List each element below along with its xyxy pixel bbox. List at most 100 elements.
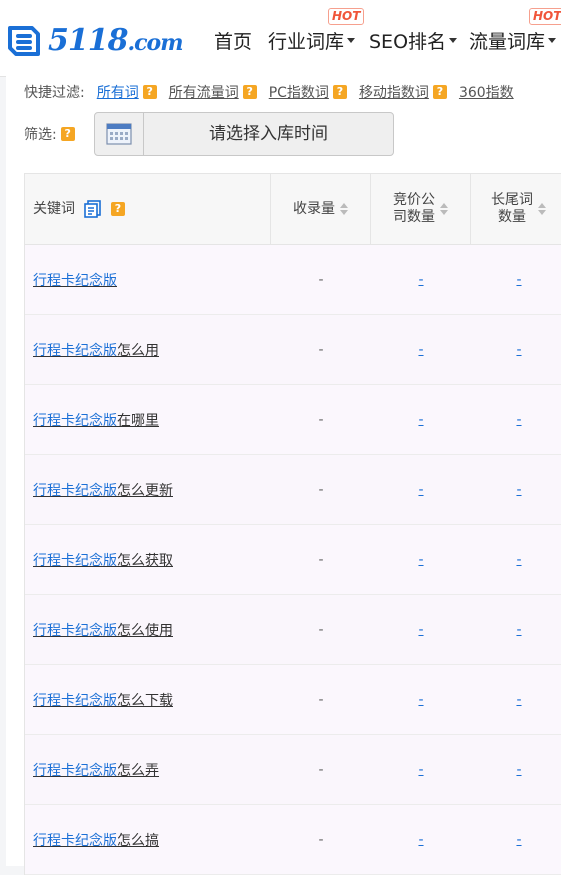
table-row: 行程卡纪念版怎么下载 - - -: [25, 665, 561, 735]
indexed-cell: -: [318, 271, 324, 288]
keyword-link[interactable]: 行程卡纪念版怎么弄: [33, 760, 159, 780]
column-indexed-label: 收录量: [293, 200, 335, 217]
nav-traffic-hot-badge: HOT: [529, 8, 561, 25]
bid-cell: -: [371, 735, 471, 804]
keyword-link[interactable]: 行程卡纪念版怎么获取: [33, 550, 173, 570]
filter-mobile-index-words[interactable]: 移动指数词: [359, 82, 429, 102]
indexed-cell: -: [318, 411, 324, 428]
bid-cell: -: [371, 245, 471, 314]
chevron-down-icon: [347, 38, 356, 43]
bid-link[interactable]: -: [418, 622, 423, 638]
keyword-panel: 快捷过滤: 所有词 ? 所有流量词 ? PC指数词 ? 移动指数词 ? 360指…: [6, 76, 561, 875]
bid-link[interactable]: -: [418, 272, 423, 288]
keyword-link[interactable]: 行程卡纪念版怎么下载: [33, 690, 173, 710]
longtail-cell: -: [471, 525, 561, 594]
filter-360-index[interactable]: 360指数: [459, 82, 514, 102]
longtail-link[interactable]: -: [516, 342, 521, 358]
table-row: 行程卡纪念版怎么更新 - - -: [25, 455, 561, 525]
help-icon[interactable]: ?: [332, 85, 347, 99]
keyword-link[interactable]: 行程卡纪念版: [33, 270, 117, 290]
quick-filter-label: 快捷过滤:: [24, 85, 85, 101]
filter-all-traffic-words[interactable]: 所有流量词: [169, 82, 239, 102]
keyword-link[interactable]: 行程卡纪念版怎么搞: [33, 830, 159, 850]
column-longtail-label: 长尾词 数量: [491, 192, 533, 225]
calendar-icon: [106, 123, 132, 145]
help-icon[interactable]: ?: [142, 85, 157, 99]
bid-cell: -: [371, 525, 471, 594]
longtail-link[interactable]: -: [516, 272, 521, 288]
nav-industry-keywords[interactable]: 行业词库: [268, 27, 356, 54]
bid-link[interactable]: -: [418, 692, 423, 708]
longtail-cell: -: [471, 595, 561, 664]
longtail-link[interactable]: -: [516, 762, 521, 778]
longtail-cell: -: [471, 315, 561, 384]
nav-home[interactable]: 首页: [214, 27, 252, 54]
indexed-cell: -: [318, 621, 324, 638]
filter-all-words[interactable]: 所有词: [97, 82, 139, 102]
help-icon[interactable]: ?: [60, 127, 75, 141]
column-longtail[interactable]: 长尾词 数量: [471, 174, 561, 244]
bid-link[interactable]: -: [418, 412, 423, 428]
keyword-link[interactable]: 行程卡纪念版怎么更新: [33, 480, 173, 500]
screening-row: 筛选: ? 请选择入库时间: [24, 112, 394, 156]
keyword-cell: 行程卡纪念版怎么使用: [25, 595, 271, 664]
longtail-cell: -: [471, 805, 561, 874]
help-icon[interactable]: ?: [432, 85, 447, 99]
nav-traffic-keywords[interactable]: 流量词库: [469, 27, 557, 54]
sort-icon[interactable]: [440, 203, 448, 215]
bid-cell: -: [371, 455, 471, 524]
keyword-link[interactable]: 行程卡纪念版怎么用: [33, 340, 159, 360]
help-icon[interactable]: ?: [111, 202, 125, 216]
bid-link[interactable]: -: [418, 762, 423, 778]
chevron-down-icon: [548, 38, 557, 43]
table-header: 关键词 ? 收录量 竞价公 司数量 长尾词 数量: [25, 174, 561, 245]
longtail-link[interactable]: -: [516, 482, 521, 498]
keyword-link[interactable]: 行程卡纪念版怎么使用: [33, 620, 173, 640]
bid-link[interactable]: -: [418, 832, 423, 848]
bid-cell: -: [371, 805, 471, 874]
keyword-cell: 行程卡纪念版在哪里: [25, 385, 271, 454]
bid-link[interactable]: -: [418, 482, 423, 498]
date-picker[interactable]: 请选择入库时间: [94, 112, 394, 156]
indexed-cell: -: [318, 761, 324, 778]
date-input[interactable]: 请选择入库时间: [144, 113, 393, 155]
bid-cell: -: [371, 665, 471, 734]
calendar-button[interactable]: [95, 113, 144, 155]
longtail-link[interactable]: -: [516, 412, 521, 428]
chevron-down-icon: [449, 38, 458, 43]
keyword-cell: 行程卡纪念版怎么下载: [25, 665, 271, 734]
column-indexed[interactable]: 收录量: [271, 174, 371, 244]
longtail-cell: -: [471, 665, 561, 734]
bid-cell: -: [371, 595, 471, 664]
help-icon[interactable]: ?: [242, 85, 257, 99]
indexed-cell: -: [318, 551, 324, 568]
longtail-link[interactable]: -: [516, 832, 521, 848]
keyword-cell: 行程卡纪念版怎么获取: [25, 525, 271, 594]
longtail-link[interactable]: -: [516, 552, 521, 568]
keyword-cell: 行程卡纪念版: [25, 245, 271, 314]
longtail-cell: -: [471, 245, 561, 314]
top-navigation-bar: 5118.com 首页 HOT 行业词库 SEO排名 HOT 流量词库: [0, 0, 561, 77]
longtail-link[interactable]: -: [516, 622, 521, 638]
table-row: 行程卡纪念版怎么弄 - - -: [25, 735, 561, 805]
nav-seo-ranking[interactable]: SEO排名: [369, 27, 458, 54]
table-row: 行程卡纪念版怎么获取 - - -: [25, 525, 561, 595]
bid-link[interactable]: -: [418, 342, 423, 358]
longtail-cell: -: [471, 385, 561, 454]
site-logo[interactable]: 5118.com: [4, 20, 184, 60]
longtail-link[interactable]: -: [516, 692, 521, 708]
copy-icon[interactable]: [83, 199, 103, 219]
column-bid-companies[interactable]: 竞价公 司数量: [371, 174, 471, 244]
column-keyword-label: 关键词: [33, 200, 75, 217]
bid-cell: -: [371, 315, 471, 384]
keyword-link[interactable]: 行程卡纪念版在哪里: [33, 410, 159, 430]
nav-industry-hot-badge: HOT: [328, 8, 365, 25]
sort-icon[interactable]: [340, 203, 348, 215]
filter-pc-index-words[interactable]: PC指数词: [269, 82, 329, 102]
bid-link[interactable]: -: [418, 552, 423, 568]
column-bid-label: 竞价公 司数量: [393, 192, 435, 225]
logo-text: 5118.com: [48, 22, 184, 58]
keyword-table: 关键词 ? 收录量 竞价公 司数量 长尾词 数量 行程卡纪念版 - - - 行程…: [24, 173, 561, 875]
sort-icon[interactable]: [538, 203, 546, 215]
screening-label: 筛选:: [24, 127, 57, 143]
